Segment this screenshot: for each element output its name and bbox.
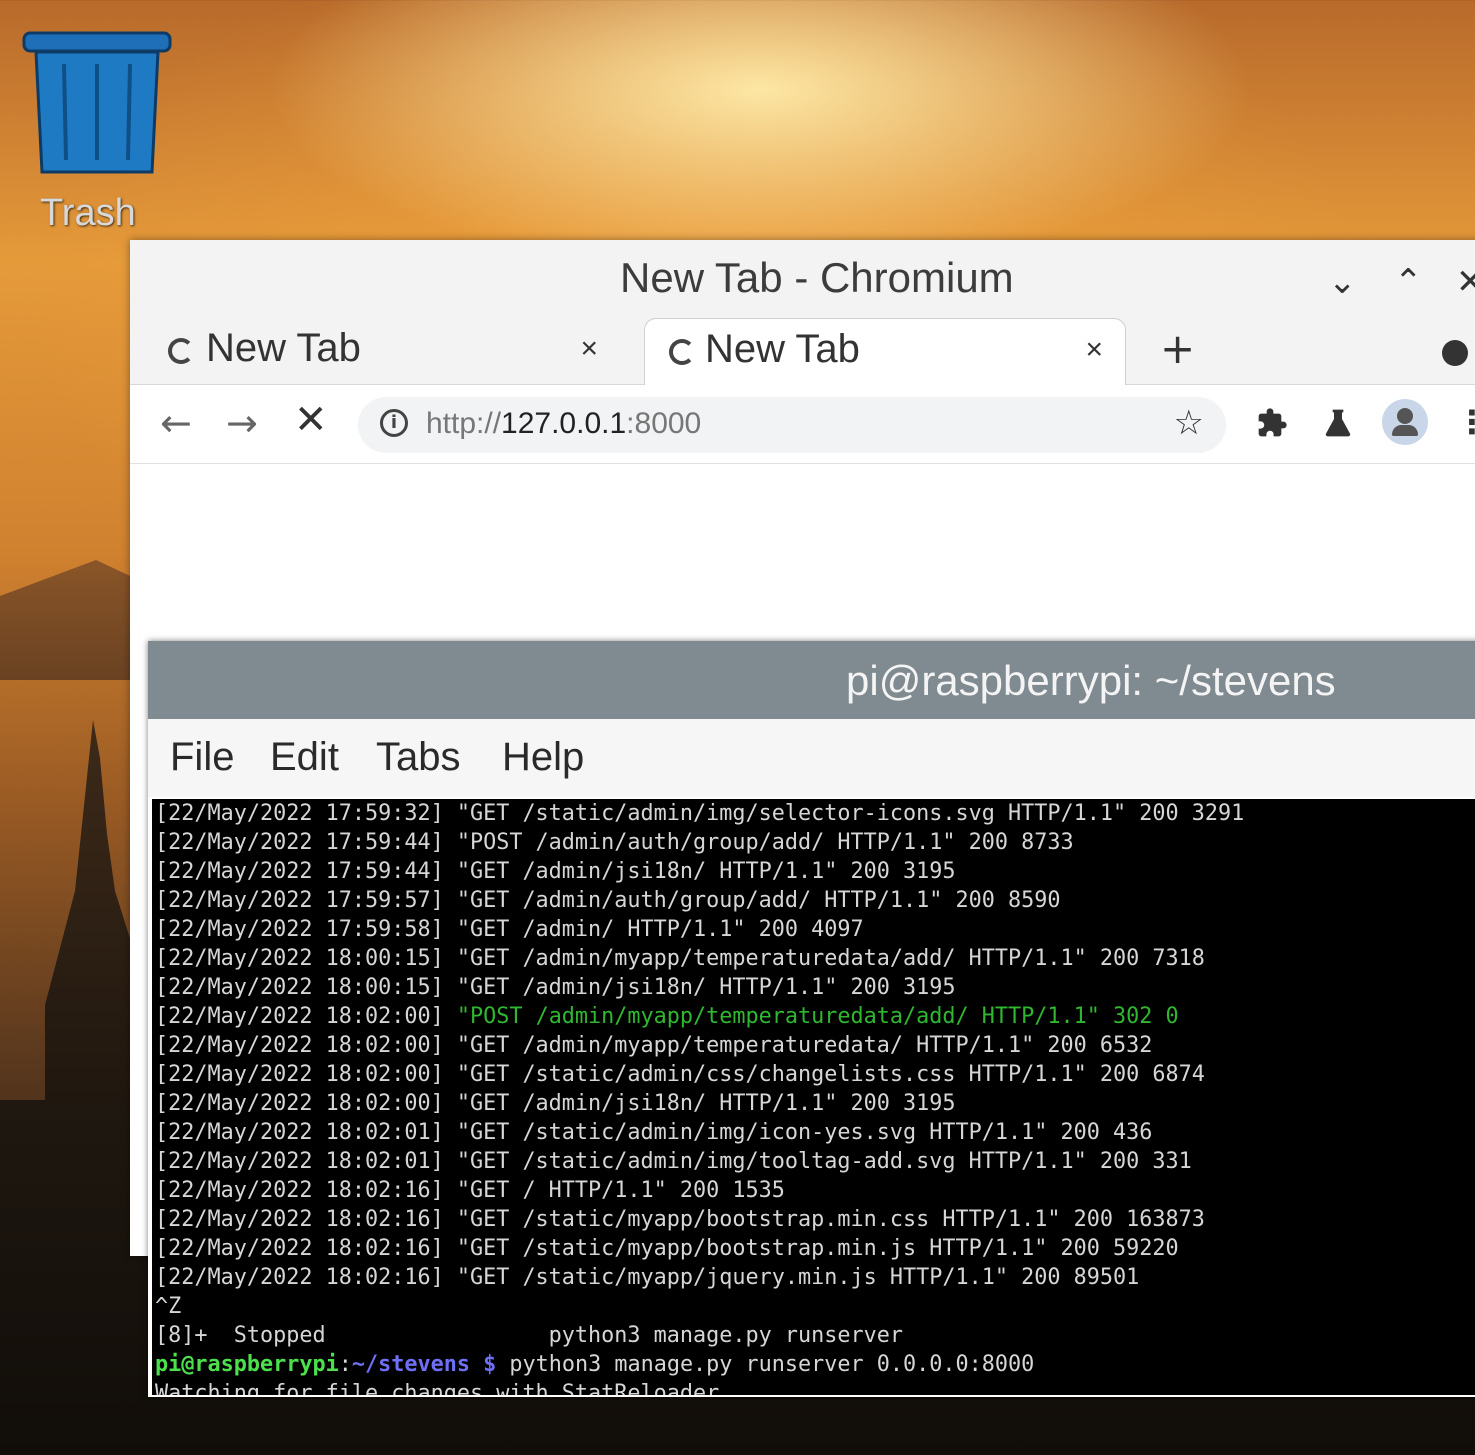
terminal-output[interactable]: [22/May/2022 17:59:32] "GET /static/admi… bbox=[152, 799, 1475, 1395]
profile-avatar-icon[interactable] bbox=[1382, 399, 1428, 445]
prompt-user: pi@raspberrypi bbox=[155, 1352, 339, 1377]
log-line: [22/May/2022 17:59:57] "GET /admin/auth/… bbox=[155, 888, 1061, 913]
tab-new-tab-2[interactable]: New Tab × bbox=[644, 318, 1126, 386]
prompt-path: ~/stevens $ bbox=[351, 1352, 497, 1377]
url-text[interactable]: http://127.0.0.1:8000 bbox=[426, 407, 701, 441]
menu-help[interactable]: Help bbox=[502, 735, 584, 780]
terminal-window: pi@raspberrypi: ~/stevens File Edit Tabs… bbox=[148, 641, 1475, 1397]
log-line: [8]+ Stopped python3 manage.py runserver bbox=[155, 1323, 904, 1348]
log-line: [22/May/2022 18:02:00] "GET /admin/jsi18… bbox=[155, 1091, 956, 1116]
log-line: Watching for file changes with StatReloa… bbox=[155, 1381, 720, 1395]
log-line-highlight: [22/May/2022 18:02:00] "POST /admin/myap… bbox=[152, 1002, 1475, 1031]
loading-icon bbox=[669, 339, 695, 365]
trash-label: Trash bbox=[40, 192, 136, 234]
terminal-menubar: File Edit Tabs Help bbox=[148, 719, 1475, 797]
back-icon[interactable]: ← bbox=[160, 401, 192, 445]
log-line: [22/May/2022 17:59:58] "GET /admin/ HTTP… bbox=[155, 917, 864, 942]
menu-edit[interactable]: Edit bbox=[270, 735, 339, 780]
log-line: [22/May/2022 17:59:44] "GET /admin/jsi18… bbox=[155, 859, 956, 884]
labs-flask-icon[interactable] bbox=[1322, 407, 1354, 439]
log-line: ^Z bbox=[155, 1294, 182, 1319]
log-timestamp: [22/May/2022 18:02:00] bbox=[155, 1004, 457, 1029]
window-title: New Tab - Chromium bbox=[620, 254, 1014, 301]
tab-label: New Tab bbox=[705, 327, 860, 371]
browser-toolbar: ← → ✕ i http://127.0.0.1:8000 ☆ ⋮ bbox=[130, 385, 1475, 464]
log-line: [22/May/2022 18:02:00] "GET /static/admi… bbox=[155, 1062, 1205, 1087]
log-line: [22/May/2022 18:00:15] "GET /admin/jsi18… bbox=[155, 975, 956, 1000]
menu-tabs[interactable]: Tabs bbox=[376, 735, 461, 780]
tab-search-icon[interactable] bbox=[1442, 340, 1468, 366]
minimize-icon[interactable]: ⌄ bbox=[1328, 262, 1357, 302]
terminal-title: pi@raspberrypi: ~/stevens bbox=[846, 657, 1336, 704]
log-line: [22/May/2022 18:02:16] "GET / HTTP/1.1" … bbox=[155, 1178, 785, 1203]
log-line: [22/May/2022 18:02:16] "GET /static/myap… bbox=[155, 1265, 1140, 1290]
extensions-icon[interactable] bbox=[1256, 407, 1288, 439]
log-line: [22/May/2022 18:02:16] "GET /static/myap… bbox=[155, 1207, 1205, 1232]
bookmark-star-icon[interactable]: ☆ bbox=[1174, 403, 1204, 443]
log-line: [22/May/2022 18:02:00] "GET /admin/myapp… bbox=[155, 1033, 1153, 1058]
trash-icon[interactable] bbox=[22, 30, 172, 180]
maximize-icon[interactable]: ⌃ bbox=[1394, 262, 1423, 302]
log-line: [22/May/2022 18:02:16] "GET /static/myap… bbox=[155, 1236, 1179, 1261]
tab-label: New Tab bbox=[206, 326, 361, 370]
close-window-icon[interactable]: ✕ bbox=[1456, 262, 1475, 302]
address-bar[interactable]: i http://127.0.0.1:8000 ☆ bbox=[358, 397, 1226, 453]
loading-icon bbox=[168, 338, 194, 364]
prompt-line: pi@raspberrypi:~/stevens $ python3 manag… bbox=[152, 1350, 1475, 1379]
stop-loading-icon[interactable]: ✕ bbox=[294, 397, 328, 443]
menu-file[interactable]: File bbox=[170, 735, 234, 780]
log-line: [22/May/2022 18:02:01] "GET /static/admi… bbox=[155, 1120, 1153, 1145]
log-request-302: "POST /admin/myapp/temperaturedata/add/ … bbox=[456, 1004, 1179, 1029]
log-line: [22/May/2022 17:59:32] "GET /static/admi… bbox=[155, 801, 1245, 826]
tab-close-icon[interactable]: × bbox=[580, 332, 598, 366]
info-icon[interactable]: i bbox=[380, 409, 408, 437]
menu-dots-icon[interactable]: ⋮ bbox=[1456, 403, 1475, 441]
tab-close-icon[interactable]: × bbox=[1085, 333, 1103, 367]
new-tab-button[interactable]: + bbox=[1160, 324, 1195, 373]
prompt-command: python3 manage.py runserver 0.0.0.0:8000 bbox=[496, 1352, 1035, 1377]
tab-new-tab-1[interactable]: New Tab × bbox=[140, 318, 620, 384]
forward-icon[interactable]: → bbox=[226, 401, 258, 445]
log-line: [22/May/2022 18:00:15] "GET /admin/myapp… bbox=[155, 946, 1205, 971]
prompt-separator: : bbox=[338, 1352, 352, 1377]
chromium-titlebar[interactable]: New Tab - Chromium ⌄ ⌃ ✕ bbox=[130, 240, 1475, 318]
log-line: [22/May/2022 18:02:01] "GET /static/admi… bbox=[155, 1149, 1192, 1174]
log-line: [22/May/2022 17:59:44] "POST /admin/auth… bbox=[155, 830, 1074, 855]
terminal-titlebar[interactable]: pi@raspberrypi: ~/stevens bbox=[148, 641, 1475, 719]
tab-strip: New Tab × New Tab × + bbox=[130, 318, 1475, 386]
